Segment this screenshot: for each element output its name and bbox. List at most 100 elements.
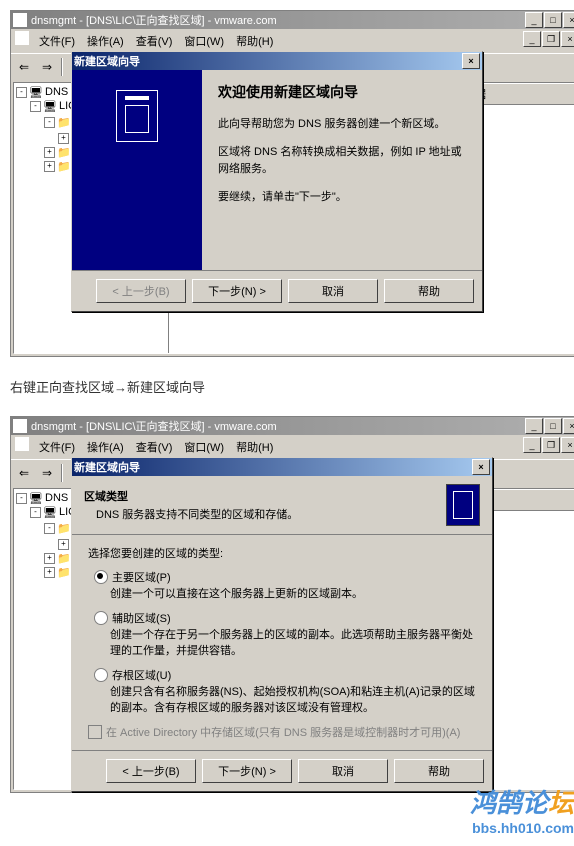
expand-icon[interactable]: + — [58, 539, 69, 550]
main-window-2: dnsmgmt - [DNS\LIC\正向查找区域] - vmware.com … — [10, 416, 574, 793]
back-icon[interactable]: ⇐ — [13, 56, 35, 78]
dns-icon: 🖥 — [29, 492, 43, 504]
folder-icon: 📁 — [57, 116, 71, 128]
wizard-text: 此向导帮助您为 DNS 服务器创建一个新区域。 — [218, 116, 466, 134]
titlebar[interactable]: dnsmgmt - [DNS\LIC\正向查找区域] - vmware.com … — [11, 417, 574, 435]
menu-action[interactable]: 操作(A) — [81, 31, 130, 51]
expand-icon[interactable]: - — [16, 493, 27, 504]
dialog-close-button[interactable]: × — [472, 459, 490, 475]
dialog-titlebar[interactable]: 新建区域向导 × — [72, 52, 482, 70]
dialog-close-button[interactable]: × — [462, 53, 480, 69]
server-icon: 🖥 — [43, 506, 57, 518]
child-close-button[interactable]: × — [561, 31, 574, 47]
child-minimize-button[interactable]: _ — [523, 31, 541, 47]
checkbox-icon — [88, 725, 102, 739]
menubar: 文件(F) 操作(A) 查看(V) 窗口(W) 帮助(H) _ ❐ × — [11, 435, 574, 459]
radio-desc: 创建只含有名称服务器(NS)、起始授权机构(SOA)和粘连主机(A)记录的区域的… — [110, 685, 476, 716]
help-button[interactable]: 帮助 — [394, 759, 484, 783]
folder-icon: 📁 — [57, 566, 71, 578]
next-button[interactable]: 下一步(N) > — [202, 759, 292, 783]
window-title: dnsmgmt - [DNS\LIC\正向查找区域] - vmware.com — [31, 418, 525, 434]
watermark: 鸿鹄论坛 bbs.hh010.com — [10, 783, 574, 836]
wizard-header: 区域类型 DNS 服务器支持不同类型的区域和存储。 — [72, 476, 492, 535]
dns-icon: 🖥 — [29, 86, 43, 98]
menu-file[interactable]: 文件(F) — [33, 31, 81, 51]
options-prompt: 选择您要创建的区域的类型: — [88, 545, 476, 561]
menubar: 文件(F) 操作(A) 查看(V) 窗口(W) 帮助(H) _ ❐ × — [11, 29, 574, 53]
minimize-button[interactable]: _ — [525, 418, 543, 434]
checkbox-ad-store: 在 Active Directory 中存储区域(只有 DNS 服务器是域控制器… — [88, 724, 476, 740]
back-button[interactable]: < 上一步(B) — [106, 759, 196, 783]
doc-icon — [15, 437, 29, 451]
dialog-titlebar[interactable]: 新建区域向导 × — [72, 458, 492, 476]
menu-help[interactable]: 帮助(H) — [230, 31, 279, 51]
server-icon — [446, 484, 480, 526]
radio-primary[interactable]: 主要区域(P) — [94, 569, 476, 585]
menu-view[interactable]: 查看(V) — [130, 31, 179, 51]
radio-icon[interactable] — [94, 668, 108, 682]
cancel-button[interactable]: 取消 — [298, 759, 388, 783]
window-title: dnsmgmt - [DNS\LIC\正向查找区域] - vmware.com — [31, 12, 525, 28]
wizard-options: 选择您要创建的区域的类型: 主要区域(P) 创建一个可以直接在这个服务器上更新的… — [72, 535, 492, 750]
app-icon — [13, 419, 27, 433]
wizard-dialog: 新建区域向导 × 欢迎使用新建区域向导 此向导帮助您为 DNS 服务器创建一个新… — [71, 51, 483, 312]
expand-icon[interactable]: + — [44, 553, 55, 564]
wizard-dialog: 新建区域向导 × 区域类型 DNS 服务器支持不同类型的区域和存储。 选择您要创… — [71, 457, 493, 792]
child-restore-button[interactable]: ❐ — [542, 31, 560, 47]
close-button[interactable]: × — [563, 418, 574, 434]
doc-icon — [15, 31, 29, 45]
titlebar[interactable]: dnsmgmt - [DNS\LIC\正向查找区域] - vmware.com … — [11, 11, 574, 29]
back-icon[interactable]: ⇐ — [13, 462, 35, 484]
wizard-content: 欢迎使用新建区域向导 此向导帮助您为 DNS 服务器创建一个新区域。 区域将 D… — [202, 70, 482, 270]
expand-icon[interactable]: - — [30, 507, 41, 518]
expand-icon[interactable]: + — [44, 161, 55, 172]
expand-icon[interactable]: + — [58, 133, 69, 144]
wizard-header-subtitle: DNS 服务器支持不同类型的区域和存储。 — [84, 506, 446, 522]
dialog-title-text: 新建区域向导 — [74, 53, 462, 69]
caption-text: 右键正向查找区域→新建区域向导 — [10, 377, 574, 396]
main-window-1: dnsmgmt - [DNS\LIC\正向查找区域] - vmware.com … — [10, 10, 574, 357]
radio-desc: 创建一个可以直接在这个服务器上更新的区域副本。 — [110, 587, 476, 602]
menu-view[interactable]: 查看(V) — [130, 437, 179, 457]
minimize-button[interactable]: _ — [525, 12, 543, 28]
cancel-button[interactable]: 取消 — [288, 279, 378, 303]
dialog-title-text: 新建区域向导 — [74, 459, 472, 475]
maximize-button[interactable]: □ — [544, 12, 562, 28]
expand-icon[interactable]: - — [30, 101, 41, 112]
folder-icon: 📁 — [57, 552, 71, 564]
expand-icon[interactable]: - — [44, 117, 55, 128]
child-close-button[interactable]: × — [561, 437, 574, 453]
menu-window[interactable]: 窗口(W) — [178, 31, 230, 51]
radio-secondary[interactable]: 辅助区域(S) — [94, 610, 476, 626]
menu-file[interactable]: 文件(F) — [33, 437, 81, 457]
child-restore-button[interactable]: ❐ — [542, 437, 560, 453]
folder-icon: 📁 — [57, 146, 71, 158]
dialog-footer: < 上一步(B) 下一步(N) > 取消 帮助 — [72, 270, 482, 311]
forward-icon[interactable]: ⇒ — [36, 462, 58, 484]
expand-icon[interactable]: + — [44, 567, 55, 578]
child-minimize-button[interactable]: _ — [523, 437, 541, 453]
expand-icon[interactable]: - — [44, 523, 55, 534]
wizard-text: 要继续，请单击"下一步"。 — [218, 189, 466, 207]
radio-icon[interactable] — [94, 570, 108, 584]
wizard-heading: 欢迎使用新建区域向导 — [218, 82, 466, 102]
expand-icon[interactable]: - — [16, 87, 27, 98]
folder-icon: 📁 — [57, 160, 71, 172]
expand-icon[interactable]: + — [44, 147, 55, 158]
next-button[interactable]: 下一步(N) > — [192, 279, 282, 303]
close-button[interactable]: × — [563, 12, 574, 28]
wizard-sidebar — [72, 70, 202, 270]
menu-window[interactable]: 窗口(W) — [178, 437, 230, 457]
app-icon — [13, 13, 27, 27]
radio-stub[interactable]: 存根区域(U) — [94, 667, 476, 683]
radio-desc: 创建一个存在于另一个服务器上的区域的副本。此选项帮助主服务器平衡处理的工作量，并… — [110, 628, 476, 659]
radio-icon[interactable] — [94, 611, 108, 625]
wizard-header-title: 区域类型 — [84, 488, 446, 504]
maximize-button[interactable]: □ — [544, 418, 562, 434]
help-button[interactable]: 帮助 — [384, 279, 474, 303]
forward-icon[interactable]: ⇒ — [36, 56, 58, 78]
server-icon: 🖥 — [43, 100, 57, 112]
menu-help[interactable]: 帮助(H) — [230, 437, 279, 457]
menu-action[interactable]: 操作(A) — [81, 437, 130, 457]
wizard-text: 区域将 DNS 名称转换成相关数据，例如 IP 地址或网络服务。 — [218, 144, 466, 179]
